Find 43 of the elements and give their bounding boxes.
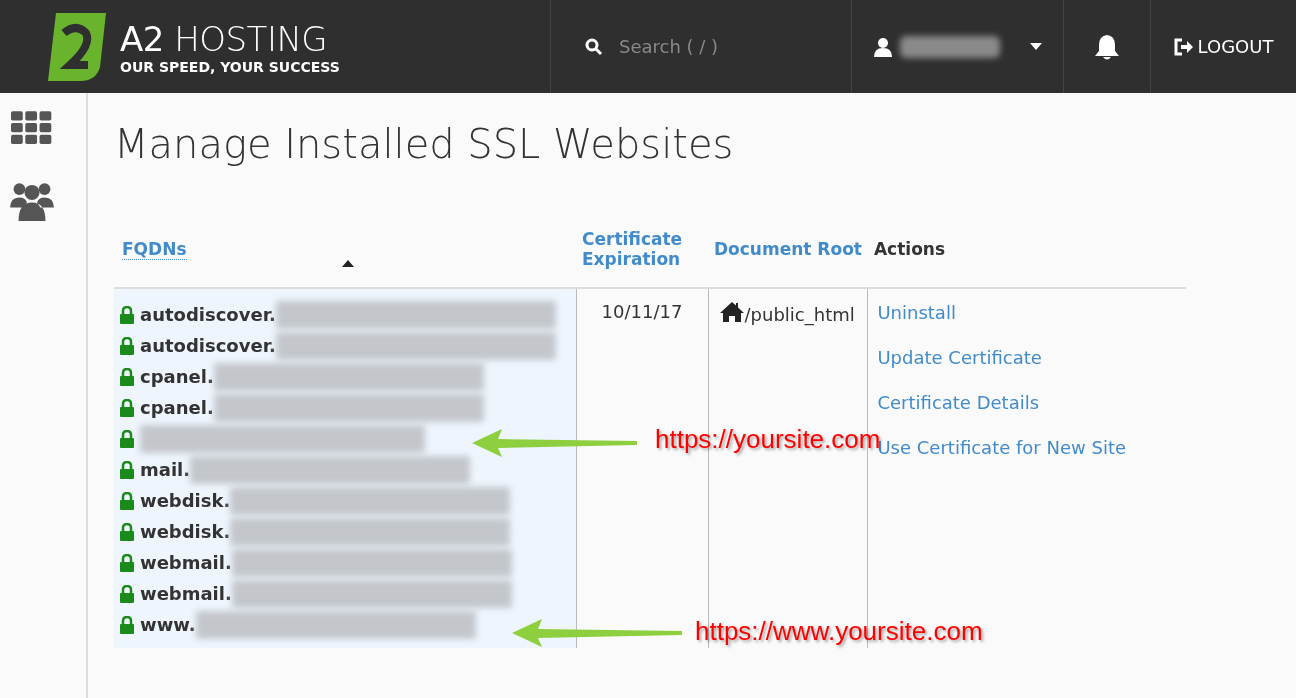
domain-prefix: autodiscover.: [140, 304, 276, 325]
logout-icon: [1173, 37, 1194, 56]
bell-icon[interactable]: [1094, 32, 1120, 61]
lock-icon: [120, 584, 134, 603]
column-header[interactable]: Certificate Expiration: [582, 229, 702, 269]
domain-prefix: webmail.: [140, 552, 232, 573]
lock-icon: [120, 367, 134, 386]
domain-prefix: webmail.: [140, 583, 232, 604]
column-header: Actions: [873, 239, 947, 259]
action-link[interactable]: Update Certificate: [877, 347, 1178, 368]
column-header[interactable]: FQDNs: [122, 239, 187, 260]
lock-icon: [120, 615, 134, 634]
lock-icon: [120, 522, 134, 541]
brand-name: A2 HOSTING: [120, 18, 329, 59]
domain-prefix: webdisk.: [140, 521, 231, 542]
lock-icon: [120, 429, 134, 448]
lock-icon: [120, 460, 134, 479]
lock-icon: [120, 553, 134, 572]
search-icon: [585, 37, 603, 56]
search-field[interactable]: Search ( / ): [617, 35, 821, 58]
annotation-label: https://www.yoursite.com: [695, 616, 983, 647]
action-link[interactable]: Uninstall: [877, 302, 1178, 323]
domain-prefix: autodiscover.: [140, 335, 276, 356]
caret-down-icon[interactable]: [1030, 42, 1042, 51]
page-title: Manage Installed SSL Websites: [114, 121, 735, 167]
grid-icon[interactable]: [11, 111, 53, 145]
lock-icon: [120, 491, 134, 510]
lock-icon: [120, 305, 134, 324]
lock-icon: [120, 398, 134, 417]
document-root: /public_html: [744, 304, 855, 325]
domain-prefix: webdisk.: [140, 490, 231, 511]
expiration-date: 10/11/17: [601, 301, 683, 322]
column-header[interactable]: Document Root: [714, 239, 862, 259]
domain-prefix: cpanel.: [140, 366, 214, 387]
logout-button[interactable]: LOGOUT: [1151, 0, 1296, 93]
domain-prefix: cpanel.: [140, 397, 214, 418]
lock-icon: [120, 336, 134, 355]
home-icon: [718, 301, 745, 323]
action-link[interactable]: Certificate Details: [877, 392, 1178, 413]
domain-prefix: www.: [140, 614, 196, 635]
domain-prefix: mail.: [140, 459, 191, 480]
tagline: OUR SPEED, YOUR SUCCESS: [120, 58, 340, 75]
user-icon[interactable]: [874, 36, 892, 57]
